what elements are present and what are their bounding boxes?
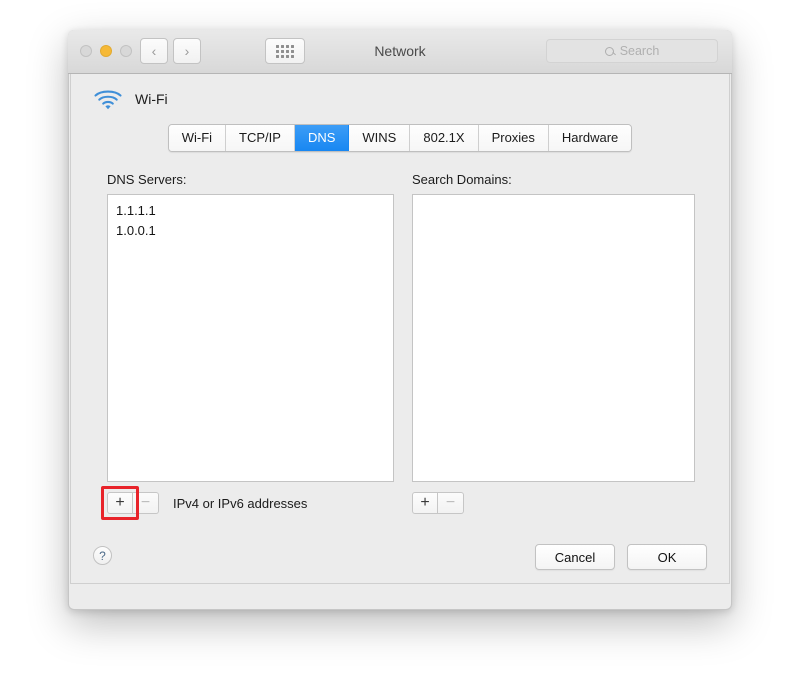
add-search-domain-button[interactable]: +	[412, 492, 438, 514]
interface-header: Wi-Fi	[93, 88, 168, 110]
search-input[interactable]: Search	[546, 39, 718, 63]
tab-wins[interactable]: WINS	[349, 125, 410, 151]
dns-settings-sheet: Wi-Fi Wi-Fi TCP/IP DNS WINS 802.1X Proxi…	[70, 74, 730, 584]
remove-dns-server-button: −	[133, 492, 159, 514]
search-placeholder: Search	[620, 44, 660, 58]
settings-tabbar: Wi-Fi TCP/IP DNS WINS 802.1X Proxies Har…	[71, 124, 729, 152]
ok-button[interactable]: OK	[627, 544, 707, 570]
search-domains-section: Search Domains: + −	[412, 172, 695, 514]
footer-actions: Cancel OK	[535, 544, 707, 570]
tab-8021x[interactable]: 802.1X	[410, 125, 478, 151]
interface-name: Wi-Fi	[135, 91, 168, 107]
tab-wifi[interactable]: Wi-Fi	[169, 125, 226, 151]
help-button[interactable]: ?	[93, 546, 112, 565]
tab-tcpip[interactable]: TCP/IP	[226, 125, 295, 151]
search-icon	[605, 47, 614, 56]
dns-servers-section: DNS Servers: 1.1.1.1 1.0.0.1 + − IPv4 or…	[107, 172, 394, 514]
dns-servers-label: DNS Servers:	[107, 172, 394, 187]
search-domains-list[interactable]	[412, 194, 695, 482]
search-domains-label: Search Domains:	[412, 172, 695, 187]
tab-dns[interactable]: DNS	[295, 125, 349, 151]
dns-servers-list[interactable]: 1.1.1.1 1.0.0.1	[107, 194, 394, 482]
list-item[interactable]: 1.0.0.1	[108, 221, 393, 241]
tab-proxies[interactable]: Proxies	[479, 125, 549, 151]
add-dns-server-button[interactable]: +	[107, 492, 133, 514]
window-titlebar: ‹ › Network Search	[68, 30, 732, 74]
dns-add-remove-group: + −	[107, 492, 159, 514]
sheet-footer: ? Cancel OK	[71, 523, 729, 583]
search-domains-controls: + −	[412, 492, 695, 514]
dns-servers-hint: IPv4 or IPv6 addresses	[173, 496, 307, 511]
dns-servers-controls: + − IPv4 or IPv6 addresses	[107, 492, 394, 514]
domain-add-remove-group: + −	[412, 492, 464, 514]
list-item[interactable]: 1.1.1.1	[108, 201, 393, 221]
wifi-icon	[93, 88, 123, 110]
remove-search-domain-button: −	[438, 492, 464, 514]
tab-hardware[interactable]: Hardware	[549, 125, 631, 151]
cancel-button[interactable]: Cancel	[535, 544, 615, 570]
